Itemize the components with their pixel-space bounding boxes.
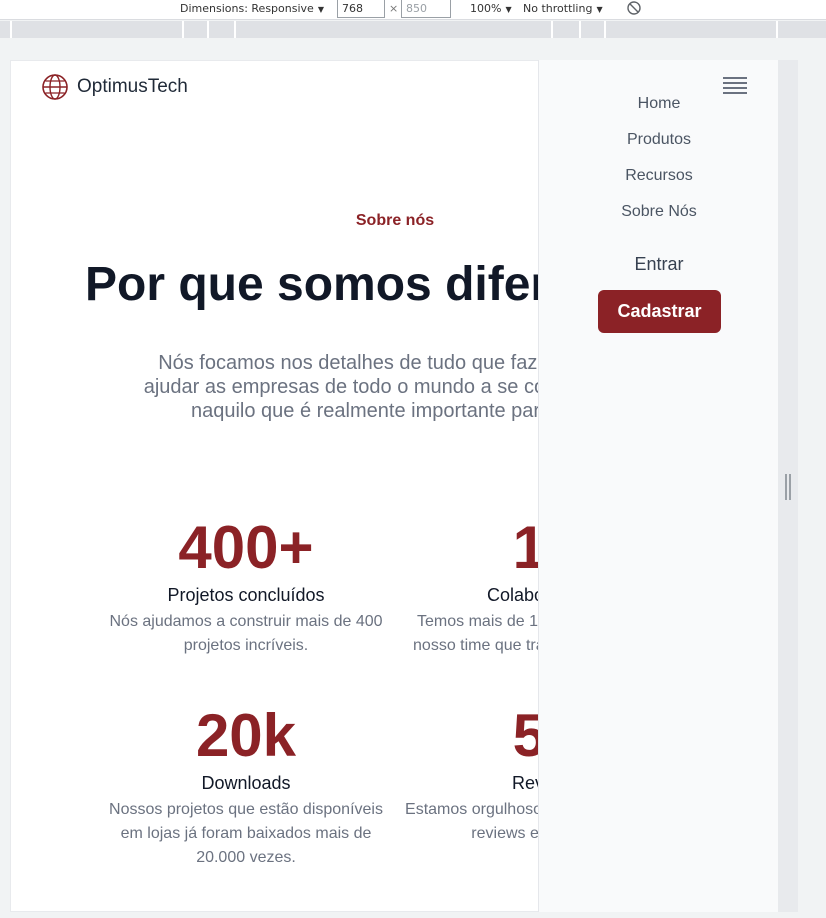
stat-number: 20k <box>195 702 297 769</box>
signup-button[interactable]: Cadastrar <box>598 290 721 333</box>
stat-number: 400+ <box>178 514 314 581</box>
stat-label: Downloads <box>201 773 291 793</box>
media-query-ruler <box>0 21 826 38</box>
nav-link-home[interactable]: Home <box>539 95 779 113</box>
signin-link[interactable]: Entrar <box>539 254 779 275</box>
stat-label: Projetos concluídos <box>167 585 325 605</box>
hamburger-menu-icon[interactable] <box>723 77 747 94</box>
dimensions-label: Dimensions: Responsive <box>180 2 314 15</box>
globe-icon <box>42 74 68 100</box>
devtools-device-toolbar: Dimensions: Responsive ▼ 768 × 850 100% ▼ … <box>0 0 826 20</box>
resize-handle[interactable] <box>785 474 791 500</box>
zoom-dropdown[interactable]: 100% ▼ <box>470 2 512 15</box>
nav-link-produtos[interactable]: Produtos <box>539 131 779 149</box>
width-input[interactable]: 768 <box>337 0 385 18</box>
stat-description: Nossos projetos que estão disponíveis em… <box>109 801 383 866</box>
stat-description: Nós ajudamos a construir mais de 400 pro… <box>109 613 383 654</box>
chevron-down-icon: ▼ <box>596 5 603 14</box>
site-logo[interactable]: OptimusTech <box>41 73 188 101</box>
nav-link-recursos[interactable]: Recursos <box>539 167 779 185</box>
throttling-dropdown[interactable]: No throttling ▼ <box>523 2 603 15</box>
times-separator: × <box>389 2 399 15</box>
chevron-down-icon: ▼ <box>505 5 512 14</box>
dimensions-dropdown[interactable]: Dimensions: Responsive ▼ <box>180 2 324 15</box>
chevron-down-icon: ▼ <box>317 5 324 14</box>
throttling-value: No throttling <box>523 2 593 15</box>
rotate-icon[interactable] <box>626 0 642 19</box>
zoom-value: 100% <box>470 2 502 15</box>
mobile-menu-drawer: Home Produtos Recursos Sobre Nós Entrar … <box>538 60 778 912</box>
brand-name: OptimusTech <box>77 76 188 97</box>
height-input[interactable]: 850 <box>401 0 451 18</box>
nav-link-sobre-nos[interactable]: Sobre Nós <box>539 203 779 221</box>
stat-downloads: 20k Downloads Nossos projetos que estão … <box>101 701 391 870</box>
stat-projects: 400+ Projetos concluídos Nós ajudamos a … <box>101 513 391 658</box>
